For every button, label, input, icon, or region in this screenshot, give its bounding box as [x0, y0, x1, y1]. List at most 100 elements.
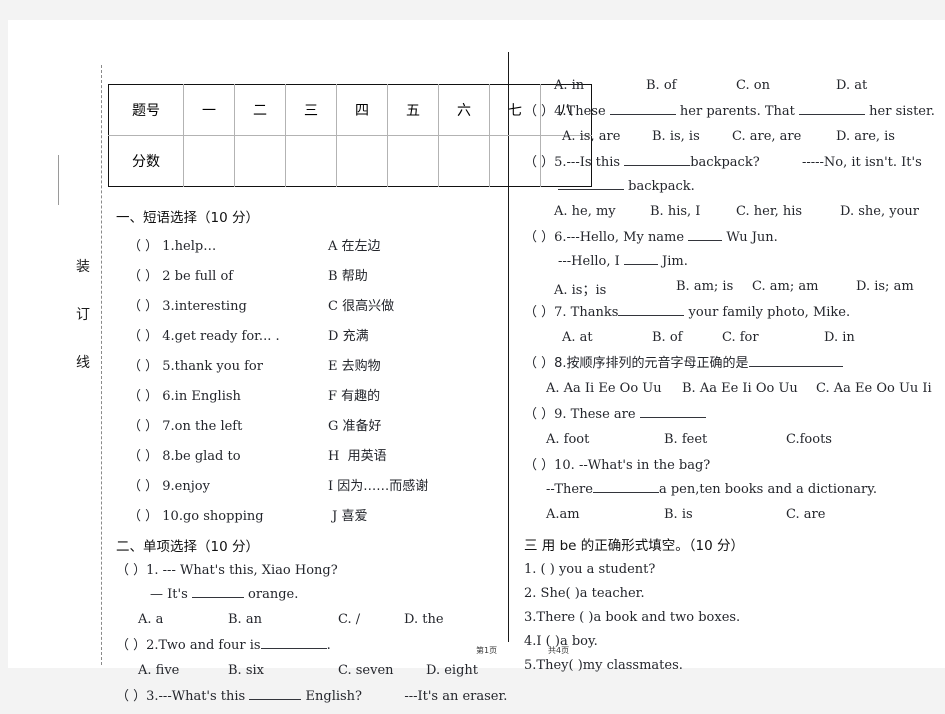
- answer-blank[interactable]: [249, 699, 302, 700]
- fill-blank-item-3[interactable]: 3.There ( )a book and two boxes.: [524, 611, 942, 624]
- answer-blank[interactable]: [558, 189, 624, 190]
- answer-blank[interactable]: [609, 114, 676, 115]
- question-2-6-options: A. is；is B. am; is C. am; am D. is; am: [524, 279, 942, 298]
- match-question-6[interactable]: （ ） 6.in English: [128, 385, 241, 404]
- question-2-1-stem[interactable]: （ ）1. --- What's this, Xiao Hong?: [116, 564, 508, 577]
- answer-blank[interactable]: [688, 240, 723, 241]
- option-a[interactable]: A. foot: [546, 432, 589, 447]
- match-question-10[interactable]: （ ） 10.go shopping: [128, 505, 264, 524]
- question-2-5-stem[interactable]: （ ）5.---Is this backpack? -----No, it is…: [524, 156, 942, 169]
- option-a[interactable]: A. five: [138, 663, 179, 678]
- score-table-col-5: 五: [387, 84, 439, 136]
- option-b[interactable]: B. am; is: [676, 279, 733, 294]
- option-c[interactable]: C. seven: [338, 663, 394, 678]
- option-d[interactable]: D. is; am: [856, 279, 914, 294]
- question-2-10-options: A.am B. is C. are: [524, 507, 942, 522]
- question-2-7-stem[interactable]: （ ）7. Thanks your family photo, Mike.: [524, 306, 942, 319]
- question-2-1-stem-line2[interactable]: — It's orange.: [116, 588, 508, 601]
- binding-dashed-line: [101, 65, 102, 665]
- option-c[interactable]: C. are: [786, 507, 825, 522]
- match-question-9[interactable]: （ ） 9.enjoy: [128, 475, 210, 494]
- option-b[interactable]: B. feet: [664, 432, 707, 447]
- option-b[interactable]: B. six: [228, 663, 264, 678]
- score-cell-4[interactable]: [336, 135, 388, 187]
- question-2-2-stem[interactable]: （ ）2.Two and four is.: [116, 639, 508, 652]
- answer-blank[interactable]: [191, 597, 244, 598]
- list-item: （ ） 1.help… A 在左边: [116, 235, 508, 254]
- option-a[interactable]: A. in: [554, 78, 584, 93]
- list-item: （ ） 5.thank you for E 去购物: [116, 355, 508, 374]
- fill-blank-item-5[interactable]: 5.They( )my classmates.: [524, 659, 942, 672]
- option-c[interactable]: C.foots: [786, 432, 832, 447]
- answer-blank[interactable]: [623, 264, 658, 265]
- option-d[interactable]: D. in: [824, 330, 855, 345]
- list-item: （ ） 8.be glad to H 用英语: [116, 445, 508, 464]
- answer-blank[interactable]: [748, 366, 843, 367]
- option-c[interactable]: C. are, are: [732, 129, 801, 144]
- option-b[interactable]: B. is, is: [652, 129, 700, 144]
- option-a[interactable]: A. he, my: [554, 204, 616, 219]
- answer-blank[interactable]: [618, 315, 685, 316]
- question-2-6-stem[interactable]: （ ）6.---Hello, My name Wu Jun.: [524, 231, 942, 244]
- answer-blank[interactable]: [624, 165, 691, 166]
- answer-blank[interactable]: [639, 417, 706, 418]
- fill-blank-item-1[interactable]: 1. ( ) you a student?: [524, 563, 942, 576]
- match-question-4[interactable]: （ ） 4.get ready for... .: [128, 325, 280, 344]
- option-d[interactable]: D. eight: [426, 663, 478, 678]
- option-c[interactable]: C. /: [338, 612, 360, 627]
- option-d[interactable]: D. are, is: [836, 129, 895, 144]
- option-a[interactable]: A. Aa Ii Ee Oo Uu: [546, 381, 662, 396]
- score-cell-3[interactable]: [285, 135, 337, 187]
- option-c[interactable]: C. am; am: [752, 279, 818, 294]
- option-b[interactable]: B. his, I: [650, 204, 700, 219]
- option-b[interactable]: B. Aa Ee Ii Oo Uu: [682, 381, 798, 396]
- option-d[interactable]: D. she, your: [840, 204, 919, 219]
- table-row-question-numbers: 题号 一 二 三 四 五 六 七 八: [108, 84, 592, 136]
- binding-mark-xian: 线: [76, 355, 90, 371]
- binding-mark-zhuang: 装: [76, 259, 90, 275]
- section-one-heading: 一、短语选择（10 分）: [116, 210, 259, 226]
- match-question-5[interactable]: （ ） 5.thank you for: [128, 355, 263, 374]
- match-question-2[interactable]: （ ） 2 be full of: [128, 265, 233, 284]
- option-b[interactable]: B. of: [652, 330, 682, 345]
- list-item: （ ） 7.on the left G 准备好: [116, 415, 508, 434]
- match-question-3[interactable]: （ ） 3.interesting: [128, 295, 247, 314]
- option-a[interactable]: A. is, are: [562, 129, 620, 144]
- question-2-7-options: A. at B. of C. for D. in: [524, 330, 942, 345]
- fill-blank-item-2[interactable]: 2. She( )a teacher.: [524, 587, 942, 600]
- fill-blank-item-4[interactable]: 4.I ( )a boy.: [524, 635, 942, 648]
- score-cell-2[interactable]: [234, 135, 286, 187]
- question-2-10-stem[interactable]: （ ）10. --What's in the bag?: [524, 459, 942, 472]
- option-d[interactable]: D. at: [836, 78, 867, 93]
- option-c[interactable]: C. for: [722, 330, 759, 345]
- match-question-1[interactable]: （ ） 1.help…: [128, 235, 216, 254]
- match-question-7[interactable]: （ ） 7.on the left: [128, 415, 242, 434]
- question-2-6-stem-line2[interactable]: ---Hello, I Jim.: [524, 255, 942, 268]
- answer-blank[interactable]: [260, 648, 327, 649]
- question-2-9-stem[interactable]: （ ）9. These are: [524, 408, 942, 421]
- score-cell-5[interactable]: [387, 135, 439, 187]
- option-a[interactable]: A.am: [546, 507, 580, 522]
- option-a[interactable]: A. a: [138, 612, 163, 627]
- option-b[interactable]: B. is: [664, 507, 693, 522]
- score-cell-6[interactable]: [438, 135, 490, 187]
- question-2-3-stem[interactable]: （ ）3.---What's this English? ---It's an …: [116, 690, 508, 703]
- option-a[interactable]: A. at: [562, 330, 593, 345]
- section-three-heading: 三 用 be 的正确形式填空。（10 分）: [524, 538, 744, 554]
- option-a[interactable]: A. is；is: [554, 279, 606, 298]
- answer-blank[interactable]: [799, 114, 866, 115]
- option-c[interactable]: C. Aa Ee Oo Uu Ii: [816, 381, 932, 396]
- option-c[interactable]: C. on: [736, 78, 770, 93]
- question-2-10-stem-line2[interactable]: --There a pen,ten books and a dictionary.: [524, 483, 942, 496]
- question-2-4-stem[interactable]: （ ）4.These her parents. That her sister.: [524, 105, 942, 118]
- question-2-5-stem-line2[interactable]: backpack.: [524, 180, 942, 193]
- answer-blank[interactable]: [592, 492, 659, 493]
- option-c[interactable]: C. her, his: [736, 204, 802, 219]
- option-b[interactable]: B. of: [646, 78, 676, 93]
- table-row-scores: 分数: [108, 135, 592, 187]
- match-question-8[interactable]: （ ） 8.be glad to: [128, 445, 241, 464]
- score-cell-1[interactable]: [183, 135, 235, 187]
- option-d[interactable]: D. the: [404, 612, 444, 627]
- option-b[interactable]: B. an: [228, 612, 262, 627]
- question-2-8-stem[interactable]: （ ）8.按顺序排列的元音字母正确的是: [524, 357, 942, 370]
